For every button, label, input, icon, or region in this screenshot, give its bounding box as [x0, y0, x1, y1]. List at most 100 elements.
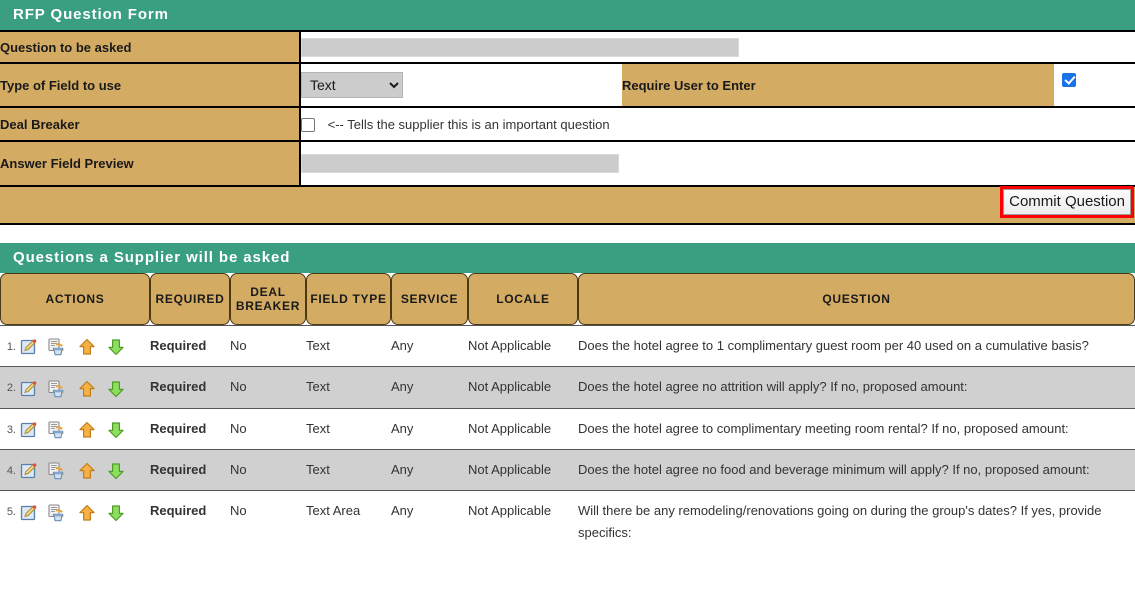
move-up-icon[interactable]	[78, 380, 96, 398]
cell-actions: 3.	[0, 407, 150, 449]
column-header-field-type: FIELD TYPE	[306, 273, 391, 325]
cell-question: Will there be any remodeling/renovations…	[578, 490, 1135, 552]
cell-required: Required	[150, 325, 230, 367]
cell-service: Any	[391, 407, 468, 449]
delete-icon[interactable]	[48, 421, 67, 439]
delete-icon[interactable]	[48, 338, 67, 356]
cell-field-type: Text	[306, 407, 391, 449]
column-header-locale: LOCALE	[468, 273, 578, 325]
cell-deal-breaker: No	[230, 490, 306, 552]
move-down-icon[interactable]	[107, 504, 125, 522]
cell-question: Does the hotel agree to complimentary me…	[578, 407, 1135, 449]
cell-question: Does the hotel agree to 1 complimentary …	[578, 325, 1135, 367]
row-action-icons	[20, 418, 132, 439]
move-down-icon[interactable]	[107, 338, 125, 356]
row-action-icons	[20, 460, 132, 481]
move-up-icon[interactable]	[78, 504, 96, 522]
table-row: 3. Required No Text Any Not Applicable Does t…	[0, 407, 1135, 449]
table-row: 2. Required No Text Any Not Applicable Does t…	[0, 366, 1135, 408]
cell-locale: Not Applicable	[468, 448, 578, 491]
move-down-icon[interactable]	[107, 380, 125, 398]
edit-icon[interactable]	[20, 421, 38, 439]
move-down-icon[interactable]	[107, 421, 125, 439]
edit-icon[interactable]	[20, 504, 38, 522]
cell-field-type: Text	[306, 448, 391, 491]
edit-icon[interactable]	[20, 380, 38, 398]
question-input-cell	[300, 30, 1135, 63]
deal-breaker-checkbox[interactable]	[301, 117, 315, 132]
field-type-label: Type of Field to use	[0, 62, 301, 107]
column-header-question: QUESTION	[578, 273, 1135, 325]
row-action-icons	[20, 336, 132, 357]
delete-icon[interactable]	[48, 503, 67, 522]
row-action-icons	[20, 501, 132, 522]
cell-locale: Not Applicable	[468, 490, 578, 552]
move-down-icon[interactable]	[107, 462, 125, 480]
answer-preview-label: Answer Field Preview	[0, 140, 301, 185]
table-row: 1. Required No Text Any Not Applicable Does t…	[0, 325, 1135, 367]
cell-locale: Not Applicable	[468, 407, 578, 449]
questions-table-header-row: ACTIONS REQUIRED DEAL BREAKER FIELD TYPE…	[0, 273, 1135, 325]
cell-required: Required	[150, 407, 230, 449]
cell-required: Required	[150, 366, 230, 408]
column-header-service: SERVICE	[391, 273, 468, 325]
cell-deal-breaker: No	[230, 448, 306, 491]
question-input[interactable]	[301, 37, 739, 57]
edit-icon[interactable]	[20, 338, 38, 356]
field-type-cell: Text	[300, 62, 622, 107]
questions-list-panel: Questions a Supplier will be asked ACTIO…	[0, 243, 1135, 552]
commit-question-button[interactable]: Commit Question	[1003, 189, 1131, 216]
cell-field-type: Text	[306, 366, 391, 408]
answer-preview-input[interactable]	[301, 154, 619, 173]
move-up-icon[interactable]	[78, 421, 96, 439]
row-number: 5.	[6, 506, 16, 519]
delete-icon[interactable]	[48, 380, 67, 398]
column-header-required: REQUIRED	[150, 273, 230, 325]
cell-actions: 1.	[0, 325, 150, 367]
require-user-label: Require User to Enter	[622, 62, 1054, 107]
cell-locale: Not Applicable	[468, 366, 578, 408]
cell-required: Required	[150, 448, 230, 491]
rfp-form-table: Question to be asked Type of Field to us…	[0, 30, 1135, 185]
edit-icon[interactable]	[20, 462, 38, 480]
row-action-icons	[20, 377, 132, 398]
require-user-checkbox[interactable]	[1062, 72, 1076, 87]
cell-locale: Not Applicable	[468, 325, 578, 367]
panel-spacer	[0, 225, 1135, 243]
deal-breaker-hint: <-- Tells the supplier this is an import…	[327, 117, 610, 133]
cell-service: Any	[391, 366, 468, 408]
require-user-cell	[1054, 62, 1135, 107]
row-number: 1.	[6, 341, 16, 354]
cell-actions: 5.	[0, 490, 150, 552]
field-type-select[interactable]: Text	[301, 72, 403, 98]
commit-button-highlight: Commit Question	[1000, 186, 1134, 219]
form-row-question: Question to be asked	[0, 30, 1135, 63]
cell-field-type: Text Area	[306, 490, 391, 552]
rfp-form-title: RFP Question Form	[0, 0, 1135, 30]
commit-bar: Commit Question	[0, 185, 1135, 225]
question-label: Question to be asked	[0, 30, 301, 63]
cell-field-type: Text	[306, 325, 391, 367]
cell-service: Any	[391, 448, 468, 491]
cell-deal-breaker: No	[230, 325, 306, 367]
cell-question: Does the hotel agree no food and beverag…	[578, 448, 1135, 491]
row-number: 2.	[6, 382, 16, 395]
row-number: 4.	[6, 464, 16, 477]
column-header-deal-breaker: DEAL BREAKER	[230, 273, 306, 325]
cell-actions: 4.	[0, 448, 150, 491]
cell-actions: 2.	[0, 366, 150, 408]
questions-table-body: 1. Required No Text Any Not Applicable Does t…	[0, 325, 1135, 552]
cell-service: Any	[391, 490, 468, 552]
delete-icon[interactable]	[48, 462, 67, 480]
form-row-answer-preview: Answer Field Preview	[0, 140, 1135, 185]
questions-list-title: Questions a Supplier will be asked	[0, 243, 1135, 273]
row-number: 3.	[6, 423, 16, 436]
column-header-actions: ACTIONS	[0, 273, 150, 325]
move-up-icon[interactable]	[78, 338, 96, 356]
form-row-deal-breaker: Deal Breaker <-- Tells the supplier this…	[0, 106, 1135, 141]
cell-question: Does the hotel agree no attrition will a…	[578, 366, 1135, 408]
table-row: 4. Required No Text Any Not Applicable Does t…	[0, 448, 1135, 491]
cell-deal-breaker: No	[230, 407, 306, 449]
questions-table: ACTIONS REQUIRED DEAL BREAKER FIELD TYPE…	[0, 273, 1135, 552]
move-up-icon[interactable]	[78, 462, 96, 480]
